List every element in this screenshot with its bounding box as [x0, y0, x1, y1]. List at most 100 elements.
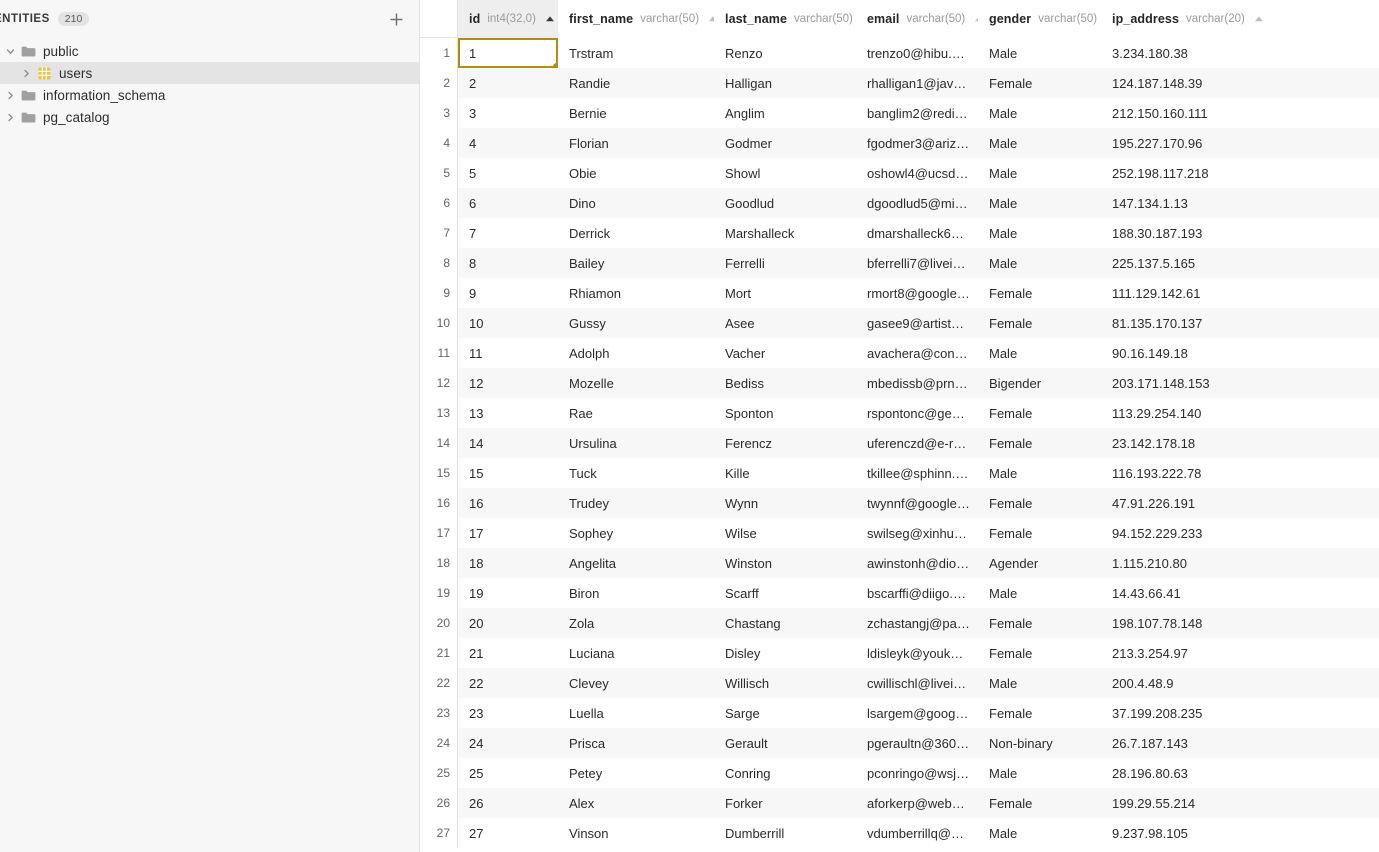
cell-id[interactable]: 26	[458, 788, 558, 818]
row-number[interactable]: 7	[420, 218, 458, 248]
cell-last_name[interactable]: Willisch	[714, 668, 856, 698]
row-number[interactable]: 25	[420, 758, 458, 788]
table-row[interactable]: 5 5 Obie Showl oshowl4@ucsd.e… Male 252.198.11…	[420, 158, 1379, 188]
cell-last_name[interactable]: Winston	[714, 548, 856, 578]
row-number[interactable]: 13	[420, 398, 458, 428]
cell-ip_address[interactable]: 198.107.78.148	[1101, 608, 1379, 638]
cell-last_name[interactable]: Dumberrill	[714, 818, 856, 848]
cell-last_name[interactable]: Godmer	[714, 128, 856, 158]
cell-gender[interactable]: Non-binary	[978, 728, 1101, 758]
cell-gender[interactable]: Female	[978, 698, 1101, 728]
cell-id[interactable]: 2	[458, 68, 558, 98]
cell-id[interactable]: 4	[458, 128, 558, 158]
row-number[interactable]: 24	[420, 728, 458, 758]
cell-ip_address[interactable]: 47.91.226.191	[1101, 488, 1379, 518]
row-number[interactable]: 21	[420, 638, 458, 668]
cell-gender[interactable]: Male	[978, 38, 1101, 68]
cell-first_name[interactable]: Clevey	[558, 668, 714, 698]
row-number[interactable]: 16	[420, 488, 458, 518]
table-row[interactable]: 14 14 Ursulina Ferencz uferenczd@e-rec… Femal…	[420, 428, 1379, 458]
cell-id[interactable]: 20	[458, 608, 558, 638]
cell-email[interactable]: vdumberrillq@w…	[856, 818, 978, 848]
cell-first_name[interactable]: Bailey	[558, 248, 714, 278]
cell-first_name[interactable]: Luciana	[558, 638, 714, 668]
cell-first_name[interactable]: Prisca	[558, 728, 714, 758]
cell-gender[interactable]: Male	[978, 578, 1101, 608]
cell-gender[interactable]: Female	[978, 68, 1101, 98]
cell-gender[interactable]: Female	[978, 788, 1101, 818]
table-row[interactable]: 22 22 Clevey Willisch cwillischl@liveint… Mal…	[420, 668, 1379, 698]
table-row[interactable]: 13 13 Rae Sponton rspontonc@geoc… Female 113.2…	[420, 398, 1379, 428]
table-row[interactable]: 11 11 Adolph Vacher avachera@const… Male 90.16…	[420, 338, 1379, 368]
row-number[interactable]: 19	[420, 578, 458, 608]
cell-id[interactable]: 9	[458, 278, 558, 308]
chevron-right-icon[interactable]	[2, 109, 18, 125]
table-row[interactable]: 2 2 Randie Halligan rhalligan1@java.… Female 1…	[420, 68, 1379, 98]
cell-email[interactable]: gasee9@artistee…	[856, 308, 978, 338]
row-number[interactable]: 8	[420, 248, 458, 278]
column-header-gender[interactable]: gender varchar(50)	[978, 0, 1101, 38]
cell-ip_address[interactable]: 1.115.210.80	[1101, 548, 1379, 578]
cell-gender[interactable]: Male	[978, 338, 1101, 368]
cell-ip_address[interactable]: 188.30.187.193	[1101, 218, 1379, 248]
cell-email[interactable]: oshowl4@ucsd.e…	[856, 158, 978, 188]
row-number[interactable]: 1	[420, 38, 458, 68]
cell-ip_address[interactable]: 81.135.170.137	[1101, 308, 1379, 338]
cell-first_name[interactable]: Biron	[558, 578, 714, 608]
cell-gender[interactable]: Male	[978, 818, 1101, 848]
cell-gender[interactable]: Male	[978, 248, 1101, 278]
cell-id[interactable]: 1	[458, 38, 558, 68]
cell-id[interactable]: 13	[458, 398, 558, 428]
cell-last_name[interactable]: Disley	[714, 638, 856, 668]
cell-email[interactable]: pgeraultn@360.cn	[856, 728, 978, 758]
cell-gender[interactable]: Female	[978, 308, 1101, 338]
chevron-right-icon[interactable]	[2, 87, 18, 103]
row-number[interactable]: 10	[420, 308, 458, 338]
cell-first_name[interactable]: Dino	[558, 188, 714, 218]
row-number[interactable]: 27	[420, 818, 458, 848]
cell-gender[interactable]: Male	[978, 98, 1101, 128]
cell-first_name[interactable]: Ursulina	[558, 428, 714, 458]
sort-ascending-icon[interactable]	[1254, 15, 1264, 23]
cell-first_name[interactable]: Rhiamon	[558, 278, 714, 308]
cell-first_name[interactable]: Adolph	[558, 338, 714, 368]
row-number[interactable]: 5	[420, 158, 458, 188]
table-row[interactable]: 7 7 Derrick Marshalleck dmarshalleck6@… Male 1…	[420, 218, 1379, 248]
cell-email[interactable]: swilseg@xinhua…	[856, 518, 978, 548]
cell-ip_address[interactable]: 200.4.48.9	[1101, 668, 1379, 698]
cell-ip_address[interactable]: 113.29.254.140	[1101, 398, 1379, 428]
cell-id[interactable]: 14	[458, 428, 558, 458]
cell-id[interactable]: 10	[458, 308, 558, 338]
cell-email[interactable]: bscarffi@diigo.c…	[856, 578, 978, 608]
cell-id[interactable]: 25	[458, 758, 558, 788]
cell-ip_address[interactable]: 90.16.149.18	[1101, 338, 1379, 368]
cell-id[interactable]: 18	[458, 548, 558, 578]
cell-ip_address[interactable]: 111.129.142.61	[1101, 278, 1379, 308]
cell-first_name[interactable]: Trstram	[558, 38, 714, 68]
cell-first_name[interactable]: Trudey	[558, 488, 714, 518]
table-row[interactable]: 6 6 Dino Goodlud dgoodlud5@mit.… Male 147.134.…	[420, 188, 1379, 218]
tree-item-pg-catalog[interactable]: pg_catalog	[0, 106, 419, 128]
cell-ip_address[interactable]: 116.193.222.78	[1101, 458, 1379, 488]
table-row[interactable]: 1 1 Trstram Renzo trenzo0@hibu.co… Male 3.234.…	[420, 38, 1379, 68]
table-row[interactable]: 17 17 Sophey Wilse swilseg@xinhua… Female 94.1…	[420, 518, 1379, 548]
cell-last_name[interactable]: Wilse	[714, 518, 856, 548]
row-number[interactable]: 4	[420, 128, 458, 158]
cell-gender[interactable]: Female	[978, 278, 1101, 308]
cell-ip_address[interactable]: 23.142.178.18	[1101, 428, 1379, 458]
row-number[interactable]: 14	[420, 428, 458, 458]
cell-last_name[interactable]: Kille	[714, 458, 856, 488]
add-entity-button[interactable]	[385, 8, 407, 30]
row-number[interactable]: 3	[420, 98, 458, 128]
cell-last_name[interactable]: Sponton	[714, 398, 856, 428]
cell-first_name[interactable]: Mozelle	[558, 368, 714, 398]
tree-item-users[interactable]: users	[0, 62, 419, 84]
cell-email[interactable]: bferrelli7@liveint…	[856, 248, 978, 278]
cell-first_name[interactable]: Florian	[558, 128, 714, 158]
cell-id[interactable]: 22	[458, 668, 558, 698]
cell-ip_address[interactable]: 212.150.160.111	[1101, 98, 1379, 128]
cell-first_name[interactable]: Angelita	[558, 548, 714, 578]
table-row[interactable]: 9 9 Rhiamon Mort rmort8@google.es Female 111.1…	[420, 278, 1379, 308]
cell-gender[interactable]: Male	[978, 188, 1101, 218]
cell-first_name[interactable]: Sophey	[558, 518, 714, 548]
